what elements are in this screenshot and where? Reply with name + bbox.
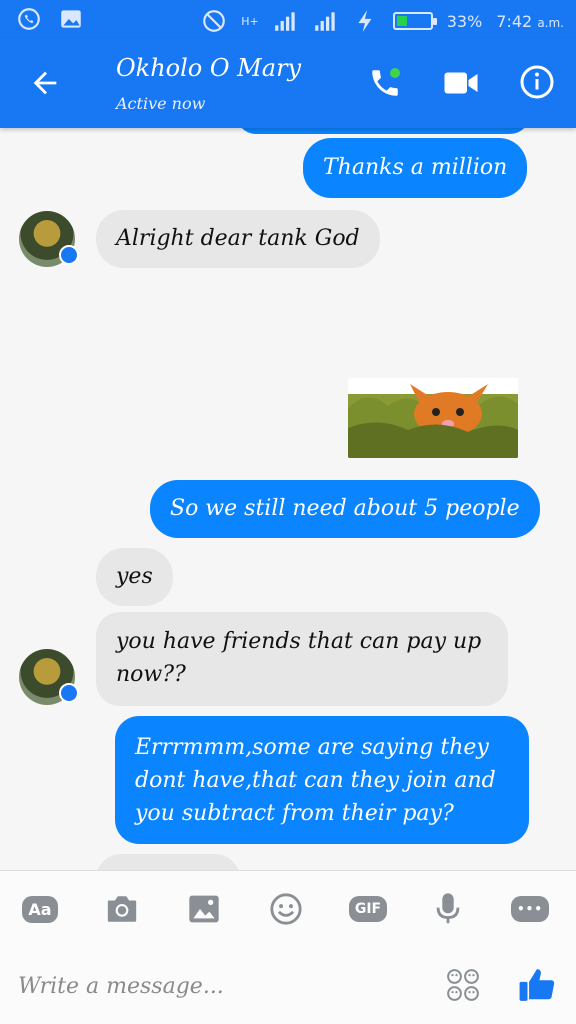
thumbs-up-icon[interactable] [518,966,556,1004]
online-indicator [390,68,400,78]
message-text: Alright dear tank God [116,226,360,251]
message-bubble-partial[interactable] [96,854,240,870]
network-type: H+ [241,14,259,28]
message-text: yes [116,564,153,589]
contact-name[interactable]: Okholo O Mary [116,54,301,82]
stickers-icon[interactable] [446,968,480,1002]
message-bubble-outgoing[interactable]: So we still need about 5 people [150,480,540,538]
avatar[interactable] [19,649,79,705]
voice-button[interactable] [428,891,468,927]
message-text-line: you have friends that can pay up [116,629,482,654]
battery-level-fill [396,16,408,26]
message-input[interactable] [18,968,418,1004]
charging-icon [358,10,372,32]
more-options-button[interactable]: ••• [510,891,550,927]
clock-time: 7:42 [496,11,533,31]
message-bubble-outgoing[interactable]: Thanks a million [303,138,528,198]
presence-status: Active now [116,94,206,113]
gif-button[interactable]: GIF [348,891,388,927]
smiley-icon [270,893,302,925]
camera-button[interactable] [102,891,142,927]
microphone-icon [436,893,460,924]
status-bar: H+ 33% 7:42 a.m. [0,0,576,38]
message-text-line: you subtract from their pay? [135,801,454,826]
messenger-badge-icon [59,683,79,703]
message-bubble-incoming[interactable]: yes [96,548,173,606]
message-text-line: now?? [116,662,186,687]
sticker-image[interactable] [348,378,518,458]
gallery-icon [61,10,81,28]
video-call-icon[interactable] [442,68,480,98]
message-text: So we still need about 5 people [170,496,520,521]
gif-label: GIF [348,896,388,922]
image-icon [189,895,219,923]
emoji-button[interactable] [266,891,306,927]
composer-toolbar: Aa GIF ••• [0,870,576,948]
avatar[interactable] [19,211,79,267]
aa-label: Aa [22,895,58,923]
back-arrow-icon[interactable] [28,66,62,100]
do-not-disturb-icon [203,10,226,32]
message-bubble-partial[interactable] [236,128,530,134]
camera-icon [107,896,137,922]
message-list[interactable]: Thanks a million Alright dear tank God S… [0,128,576,870]
conversation-header: Okholo O Mary Active now [0,38,576,128]
text-format-button[interactable]: Aa [20,891,60,927]
signal-icon-2 [314,12,335,31]
whatsapp-icon [18,8,40,30]
battery-icon [392,12,437,30]
message-bubble-outgoing[interactable]: Errrmmm,some are saying they dont have,t… [115,716,529,844]
message-text-line: dont have,that can they join and [135,768,496,793]
info-icon[interactable] [519,64,555,100]
message-composer [0,948,576,1024]
messenger-badge-icon [59,245,79,265]
message-text: Thanks a million [323,155,508,180]
more-icon: ••• [510,896,549,922]
message-bubble-incoming[interactable]: Alright dear tank God [96,210,380,268]
clock: 7:42 a.m. [496,12,564,31]
message-bubble-incoming[interactable]: you have friends that can pay up now?? [96,612,508,706]
battery-percentage: 33% [446,11,483,31]
signal-icon [274,12,295,31]
message-text-line: Errrmmm,some are saying they [135,735,489,760]
clock-ampm: a.m. [537,15,564,30]
gallery-button[interactable] [184,891,224,927]
